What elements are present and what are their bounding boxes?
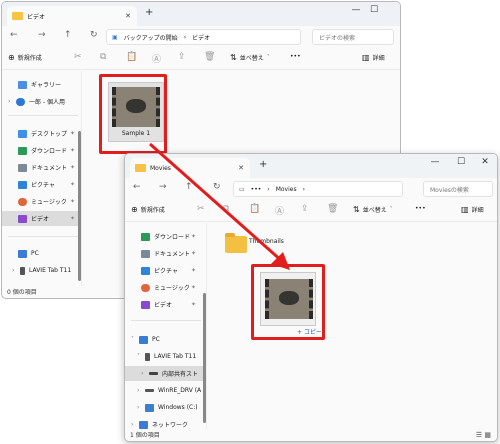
drag-arrow-line <box>149 142 284 264</box>
drag-arrow-overlay <box>149 142 290 270</box>
